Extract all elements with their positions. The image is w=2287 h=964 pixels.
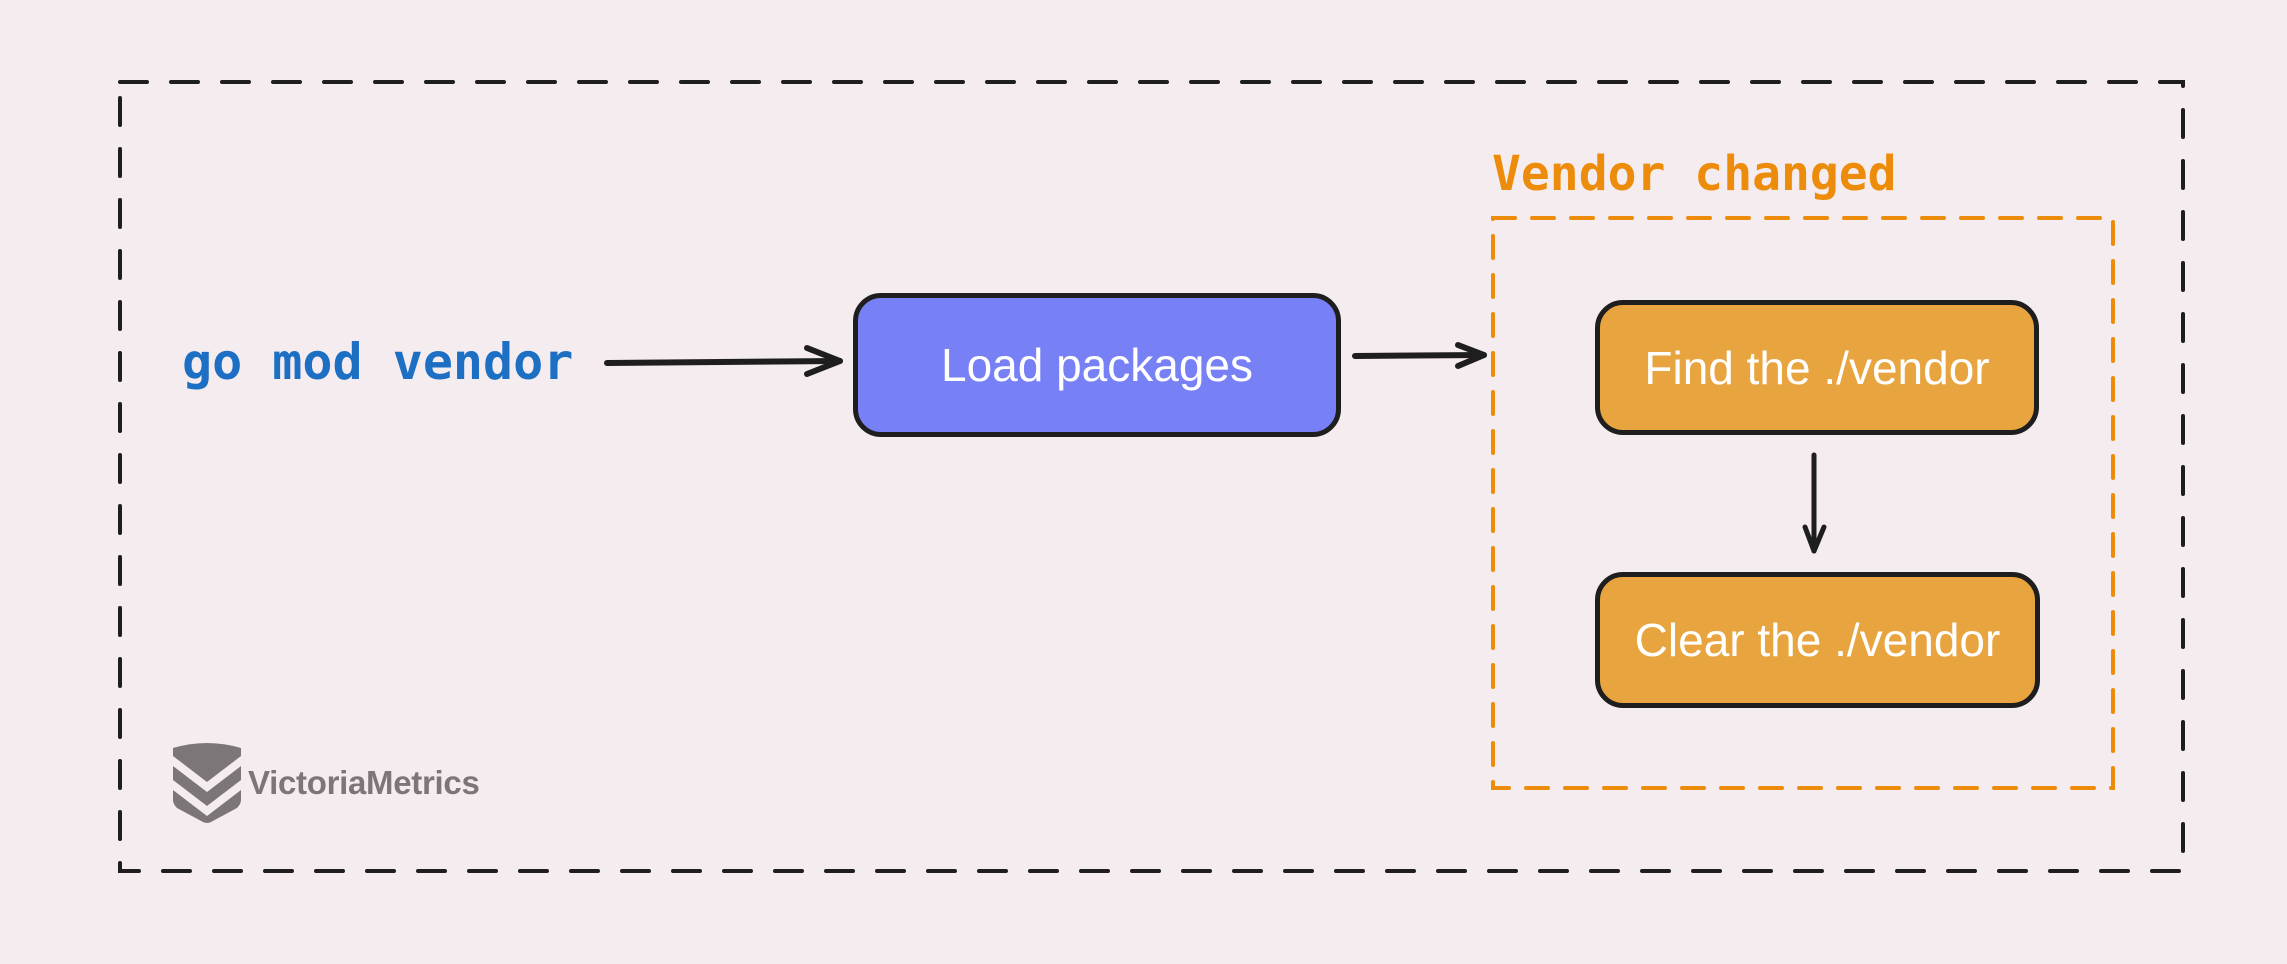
victoriametrics-logo-text: VictoriaMetrics <box>248 764 480 801</box>
arrow-find-to-clear <box>1802 452 1827 554</box>
load-packages-node: Load packages <box>853 293 1341 437</box>
find-vendor-node: Find the ./vendor <box>1595 300 2039 435</box>
go-mod-vendor-command: go mod vendor <box>182 333 574 391</box>
arrow-load-to-group <box>1352 342 1487 369</box>
load-packages-label: Load packages <box>940 339 1254 391</box>
victoriametrics-logo-icon <box>173 743 241 823</box>
victoriametrics-logo: VictoriaMetrics <box>172 742 480 824</box>
vendor-changed-label: Vendor changed <box>1492 146 1897 202</box>
arrow-command-to-load <box>604 345 843 377</box>
clear-vendor-label: Clear the ./vendor <box>1634 614 2001 666</box>
clear-vendor-node: Clear the ./vendor <box>1595 572 2040 708</box>
find-vendor-label: Find the ./vendor <box>1644 341 1990 394</box>
